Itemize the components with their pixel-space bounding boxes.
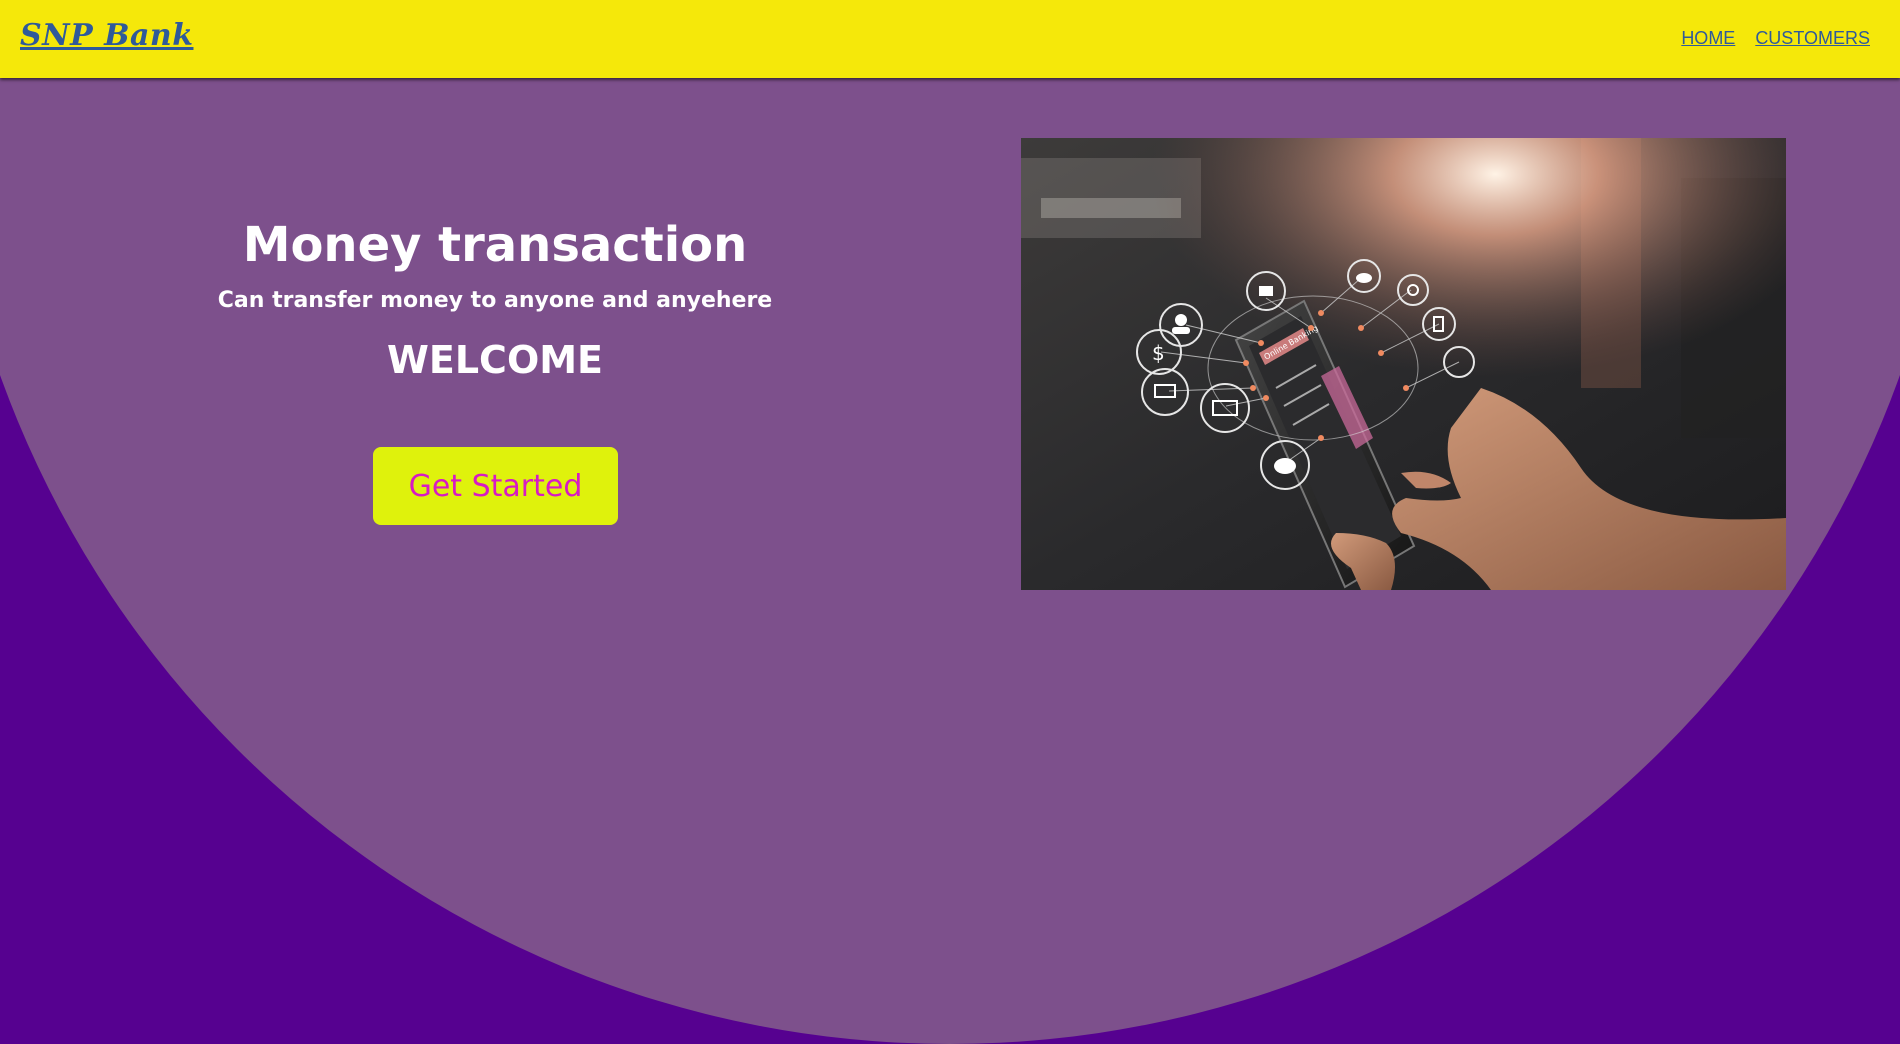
- nav-link-customers[interactable]: CUSTOMERS: [1755, 28, 1870, 49]
- get-started-button[interactable]: Get Started: [373, 447, 618, 525]
- nav-link-home[interactable]: HOME: [1681, 28, 1735, 49]
- navbar: SNP Bank HOME CUSTOMERS: [0, 0, 1900, 78]
- hero-welcome: WELCOME: [386, 338, 604, 382]
- online-banking-image: Online Banking $: [1021, 138, 1786, 590]
- brand-logo-link[interactable]: SNP Bank: [20, 18, 193, 53]
- nav-links: HOME CUSTOMERS: [1681, 28, 1870, 49]
- hero-text-block: Money transaction Can transfer money to …: [150, 210, 840, 388]
- hero-subtitle: Can transfer money to anyone and anyeher…: [217, 288, 773, 313]
- svg-text:$: $: [1152, 341, 1165, 365]
- hero-title: Money transaction: [242, 217, 748, 273]
